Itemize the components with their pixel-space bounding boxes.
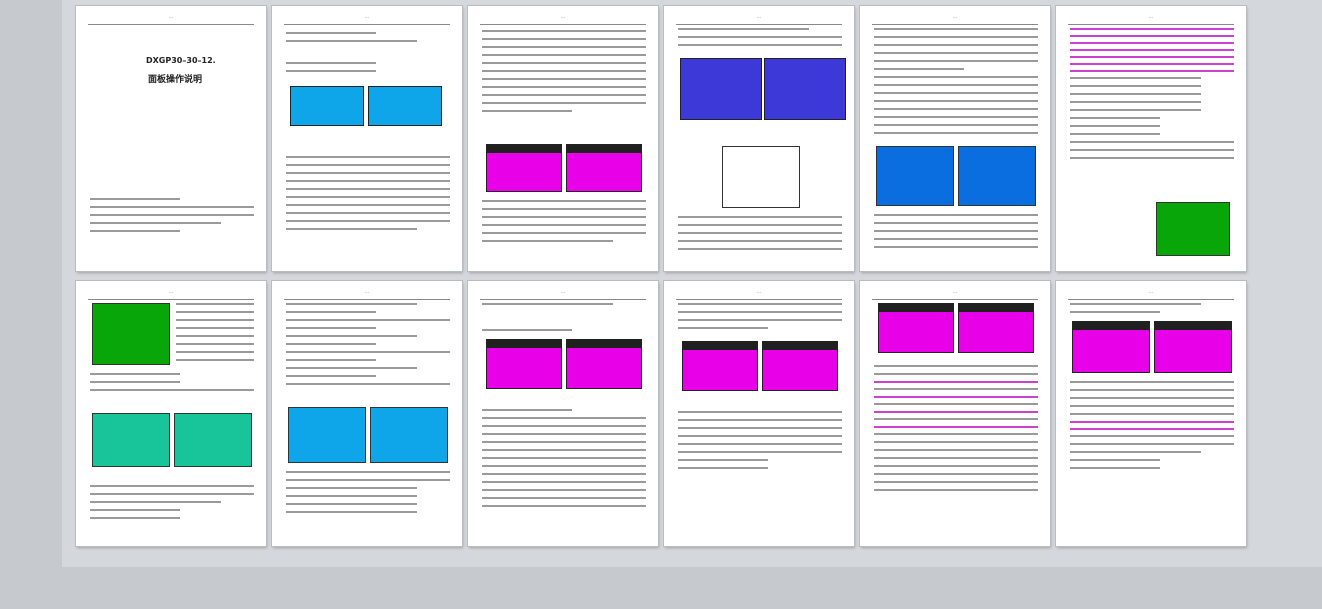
keypad-figure bbox=[722, 146, 800, 208]
page-3: ··· bbox=[468, 6, 658, 271]
page-5: ··· bbox=[860, 6, 1050, 271]
page-7: ··· bbox=[76, 281, 266, 546]
page-12: ··· bbox=[1056, 281, 1246, 546]
page-8: ··· bbox=[272, 281, 462, 546]
page-9: ··· bbox=[468, 281, 658, 546]
page-10: ··· bbox=[664, 281, 854, 546]
page-11: ··· bbox=[860, 281, 1050, 546]
page-1: ··· DXGP30–30–12. 面板操作说明 bbox=[76, 6, 266, 271]
document-subtitle: 面板操作说明 bbox=[148, 75, 203, 85]
page-4: ··· bbox=[664, 6, 854, 271]
page-6: ··· bbox=[1056, 6, 1246, 271]
document-title: DXGP30–30–12. bbox=[146, 56, 216, 65]
page-2: ··· bbox=[272, 6, 462, 271]
document-viewport[interactable]: ··· DXGP30–30–12. 面板操作说明 ··· ··· ··· ··· bbox=[62, 0, 1322, 567]
